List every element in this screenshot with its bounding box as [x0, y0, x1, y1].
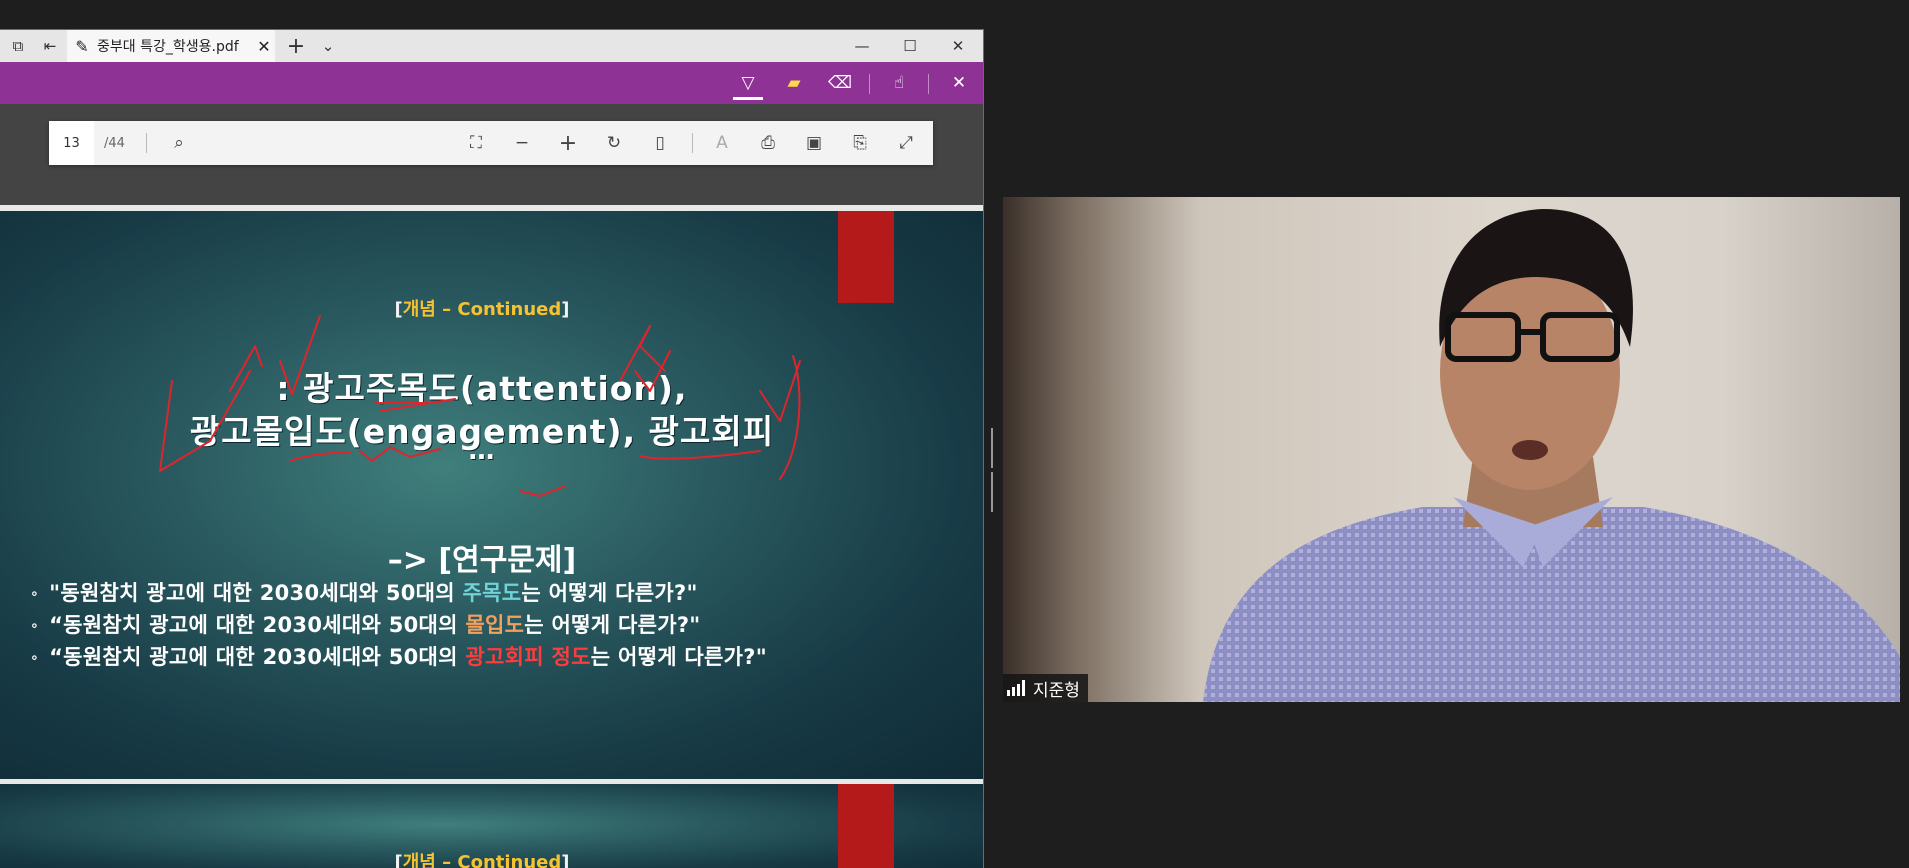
signal-bars-icon	[1007, 680, 1027, 696]
rotate-icon[interactable]: ↻	[600, 129, 628, 157]
pdf-page-13: [개념 – Continued] : 광고주목도(attention), 광고몰…	[0, 205, 983, 784]
print-icon[interactable]: ⎙	[754, 129, 782, 157]
ink-stroke	[289, 451, 351, 462]
close-window-icon[interactable]: ✕	[942, 30, 974, 62]
tab-actions-icon[interactable]: ⧉	[4, 30, 32, 62]
back-tab-icon[interactable]: ⇤	[36, 30, 64, 62]
participant-name: 지준형	[1033, 680, 1080, 701]
ink-stroke	[639, 450, 761, 460]
divider	[869, 74, 870, 94]
participant-name-tag: 지준형	[1003, 674, 1088, 702]
eraser-icon[interactable]: ⌫	[825, 69, 855, 97]
divider	[146, 133, 147, 153]
maximize-icon[interactable]: ☐	[894, 30, 926, 62]
ink-stroke	[759, 360, 801, 422]
participant-video: 지준형	[1003, 197, 1900, 702]
divider	[928, 74, 929, 94]
page-number-input[interactable]: 13	[49, 121, 94, 165]
close-ink-icon[interactable]: ✕	[944, 69, 974, 97]
splitter-handle[interactable]	[991, 428, 998, 512]
page-total: /44	[104, 135, 125, 151]
ink-stroke	[159, 370, 251, 472]
draw-icon[interactable]: ▽	[733, 69, 763, 100]
save-as-icon[interactable]: ⎘	[846, 129, 874, 157]
search-icon[interactable]: ⌕	[165, 129, 193, 157]
ink-stroke	[229, 345, 263, 392]
new-tab-icon[interactable]: +	[280, 30, 312, 62]
ink-stroke	[519, 485, 566, 497]
page-view-icon[interactable]: ▯	[646, 129, 674, 157]
concept-title: [개념 – Continued]	[394, 852, 570, 868]
read-aloud-icon[interactable]: A	[708, 129, 736, 157]
ink-stroke	[279, 315, 321, 395]
close-tab-icon[interactable]: ✕	[253, 37, 275, 56]
pdf-page-14: [개념 – Continued]	[0, 784, 983, 868]
tab-title: 중부대 특강_학생용.pdf	[97, 39, 239, 55]
highlight-icon[interactable]: ▰	[779, 69, 809, 97]
touch-writing-icon[interactable]: ☝	[884, 69, 914, 97]
zoom-in-icon[interactable]: +	[554, 129, 582, 157]
chevron-down-icon[interactable]: ⌄	[314, 30, 342, 62]
ink-annotations	[159, 315, 801, 497]
ink-stroke	[379, 398, 456, 412]
pen-icon: ✎	[75, 36, 89, 56]
divider	[692, 133, 693, 153]
pdf-content-area[interactable]: 13 /44 ⌕ ⛶ − + ↻ ▯ A ⎙ ▣ ⎘ ⤢ [개념 – Conti…	[0, 104, 983, 868]
fullscreen-icon[interactable]: ⤢	[892, 129, 920, 157]
pdf-toolbar: 13 /44 ⌕ ⛶ − + ↻ ▯ A ⎙ ▣ ⎘ ⤢	[49, 121, 933, 165]
fit-page-icon[interactable]: ⛶	[462, 129, 490, 157]
zoom-out-icon[interactable]: −	[508, 129, 536, 157]
tab-active[interactable]: ✎ 중부대 특강_학생용.pdf ✕	[67, 30, 275, 62]
minimize-icon[interactable]: —	[846, 30, 878, 62]
title-bar: ⧉ ⇤ ✎ 중부대 특강_학생용.pdf ✕ + ⌄ — ☐ ✕	[0, 30, 983, 62]
ink-toolbar: ▽ ▰ ⌫ ☝ ✕	[0, 62, 983, 104]
speaker-video-frame	[1203, 209, 1900, 702]
save-icon[interactable]: ▣	[800, 129, 828, 157]
pdf-viewer-window: ⧉ ⇤ ✎ 중부대 특강_학생용.pdf ✕ + ⌄ — ☐ ✕ ▽ ▰ ⌫ ☝…	[0, 29, 984, 868]
ink-stroke	[359, 446, 441, 462]
